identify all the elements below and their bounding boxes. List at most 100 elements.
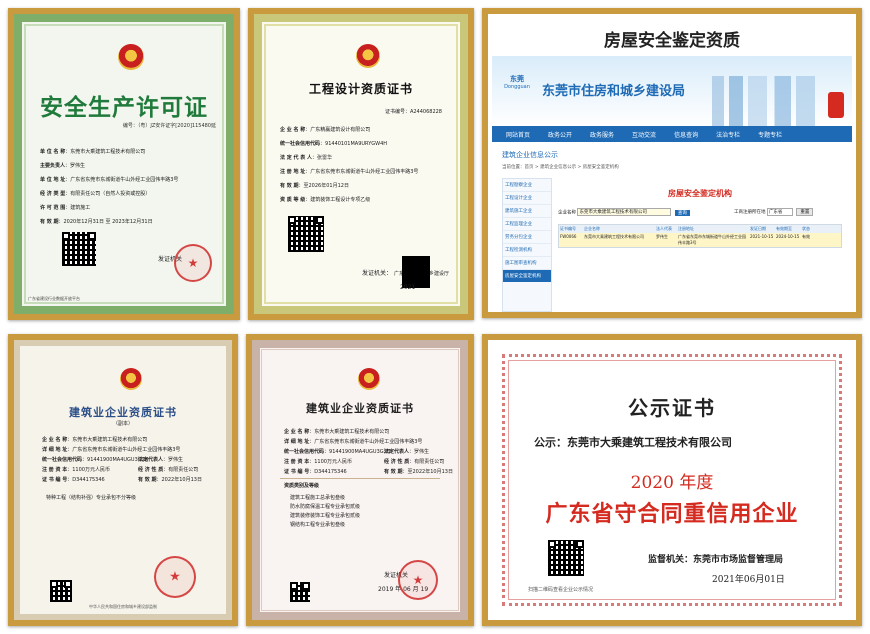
scope-item: 钢结构工程专业承包叁级 (290, 522, 346, 528)
search-input[interactable]: 东莞市大乘建筑工程技术有限公司 (577, 208, 672, 216)
supervisor-row: 监督机关：东莞市市场监督管理局 (648, 552, 783, 565)
scope-item: 建筑工程施工总承包叁级 (290, 495, 346, 501)
sidebar-item[interactable]: 工程设计企业 (503, 192, 551, 205)
table-cell: 2021-10-15 (750, 234, 774, 239)
supervisor-label: 监督机关： (648, 555, 694, 565)
sidebar-item[interactable]: 工程监理企业 (503, 218, 551, 231)
table-header-cell: 法人代表 (656, 226, 672, 231)
copy-cert-subtitle: （副本） (112, 421, 133, 427)
field-row: 经 济 性 质：有限责任公司 (138, 467, 199, 473)
design-qualification-certificate: 工程设计资质证书 证书编号：A244068228 企 业 名 称：广东精赢建筑设… (248, 8, 474, 320)
table-header-cell: 状态 (802, 226, 810, 231)
logo-text: 东莞 (510, 75, 524, 83)
field-row: 注 册 地 址：广东省东莞市东城街道牛山外经工业园伟丰路3号 (280, 169, 419, 175)
region-select[interactable]: 广东省 (766, 208, 793, 216)
sidebar-item[interactable]: 建筑施工企业 (503, 205, 551, 218)
site-header: 东莞 Dongguan 东莞市住房和城乡建设局 (492, 56, 852, 126)
nav-item[interactable]: 政务公开 (548, 130, 572, 139)
public-notice-certificate: 公示证书 公示：东莞市大乘建筑工程技术有限公司 2020 年度 广东省守合同重信… (482, 334, 862, 626)
sidebar-item[interactable]: 工程勘察企业 (503, 179, 551, 192)
appraisal-heading: 房屋安全鉴定资质 (604, 31, 740, 51)
copy-cert-title: 建筑业企业资质证书 (69, 406, 177, 419)
notice-award: 广东省守合同重信用企业 (545, 501, 799, 527)
field-row: 有 效 期：2022年10月13日 (138, 477, 202, 483)
field-row: 注 册 资 本：1100万元人民币 (284, 459, 352, 465)
national-emblem-icon (356, 44, 380, 68)
table-header-cell: 注册地址 (678, 226, 694, 231)
supervisor-name: 东莞市市场监督管理局 (693, 555, 784, 565)
table-cell: 广东省东莞市东城街道牛山外经工业园伟丰路3号 (678, 234, 746, 245)
field-row: 单 位 地 址：广东省东莞市东城街道牛山外经工业园伟丰路3号 (40, 177, 179, 183)
section-title: 建筑企业信息公示 (502, 151, 558, 159)
table-header-cell: 发证日期 (750, 226, 766, 231)
region-label: 工商注册所在地 (734, 210, 766, 215)
safety-permit-number: 编号：（粤）JZ安许证字[2020]115480延 (122, 123, 216, 129)
scope-item: 建筑装修装饰工程专业承包贰级 (290, 513, 361, 519)
field-row: 证 书 编 号：D344175346 (42, 477, 105, 483)
table-cell: 2024-10-15 (776, 234, 800, 239)
notice-title: 公示证书 (628, 396, 716, 420)
nav-item[interactable]: 互动交流 (632, 130, 656, 139)
field-row: 详 细 地 址：广东省东莞市东城街道牛山外经工业园伟丰路3号 (284, 439, 423, 445)
search-button[interactable]: 查询 (674, 209, 690, 216)
notice-year: 2020 年度 (630, 473, 714, 493)
sidebar-item-active[interactable]: 房屋安全鉴定机构 (503, 270, 551, 282)
sidebar-item[interactable]: 施工图审查机构 (503, 257, 551, 270)
field-row: 资 质 等 级：建筑装饰工程设计专项乙级 (280, 197, 371, 203)
field-row: 企 业 名 称：广东精赢建筑设计有限公司 (280, 127, 371, 133)
nav-item[interactable]: 信息查询 (674, 130, 698, 139)
qr-code (548, 540, 584, 576)
reset-button[interactable]: 重置 (796, 208, 814, 216)
table-row[interactable]: FW0066 东莞市大乘建筑工程技术有限公司 罗伟生 广东省东莞市东城街道牛山外… (559, 233, 841, 247)
nav-item[interactable]: 政务服务 (590, 130, 614, 139)
house-appraisal-screenshot: 房屋安全鉴定资质 东莞 Dongguan 东莞市住房和城乡建设局 网站首页 政务… (482, 8, 862, 318)
field-row: 经 济 性 质：有限责任公司 (384, 459, 445, 465)
notice-prefix: 公示： (534, 436, 567, 449)
field-row: 经 济 类 型：有限责任公司（自然人投资或控股） (40, 191, 151, 197)
qr-code (62, 232, 96, 266)
notice-company-row: 公示：东莞市大乘建筑工程技术有限公司 (534, 434, 732, 450)
design-cert-title: 工程设计资质证书 (308, 82, 413, 96)
logo-pinyin: Dongguan (504, 84, 530, 90)
panel-title: 房屋安全鉴定机构 (668, 189, 732, 198)
nav-item[interactable]: 专题专栏 (758, 130, 782, 139)
official-seal-icon (398, 560, 438, 600)
bureau-name: 东莞市住房和城乡建设局 (542, 84, 686, 99)
national-emblem-icon (358, 368, 380, 390)
nav-item[interactable]: 网站首页 (506, 130, 530, 139)
scope-item: 防水防腐保温工程专业承包贰级 (290, 504, 361, 510)
breadcrumb: 当前位置：首页 > 建筑企业信息公示 > 房屋安全鉴定机构 (502, 165, 619, 170)
results-table: 证书编号 企业名称 法人代表 注册地址 发证日期 有效期至 状态 FW0066 … (558, 224, 842, 248)
field-row: 单 位 名 称：东莞市大乘建筑工程技术有限公司 (40, 149, 146, 155)
skyline-graphic (712, 76, 832, 126)
qr-code (288, 216, 324, 252)
official-seal-icon (174, 244, 212, 282)
field-row: 法 定 代 表 人：张雷华 (280, 155, 332, 161)
table-header-cell: 证书编号 (560, 226, 576, 231)
qr-code (50, 580, 72, 602)
region-row: 工商注册所在地 广东省 重置 (734, 208, 814, 216)
divider (280, 478, 440, 479)
construction-qualification-original: 建筑业企业资质证书 企 业 名 称：东莞市大乘建筑工程技术有限公司 详 细 地 … (246, 334, 474, 626)
design-cert-number: 证书编号：A244068228 (384, 109, 442, 115)
field-row: 有 效 期：至2026年01月12日 (280, 183, 349, 189)
field-row: 企 业 名 称：东莞市大乘建筑工程技术有限公司 (42, 437, 148, 443)
field-row: 详 细 地 址：广东省东莞市东城街道牛山外经工业园伟丰路3号 (42, 447, 181, 453)
scope-text: 特种工程（结构补强）专业承包不分等级 (46, 495, 137, 501)
table-header-cell: 企业名称 (584, 226, 600, 231)
field-row: 统一社会信用代码：91441900MA4UGU3G2B (42, 457, 149, 463)
scope-title: 资质类别及等级 (284, 483, 320, 489)
table-cell: 有效 (802, 234, 810, 239)
sidebar-item[interactable]: 工程检测机构 (503, 244, 551, 257)
table-cell: FW0066 (560, 234, 577, 239)
table-cell: 罗伟生 (656, 234, 668, 239)
table-cell: 东莞市大乘建筑工程技术有限公司 (584, 234, 644, 239)
table-header: 证书编号 企业名称 法人代表 注册地址 发证日期 有效期至 状态 (559, 225, 841, 233)
nav-item[interactable]: 法治专栏 (716, 130, 740, 139)
field-row: 法定代表人：罗伟生 (138, 457, 184, 463)
sidebar: 工程勘察企业 工程设计企业 建筑施工企业 工程监理企业 劳务分包企业 工程检测机… (502, 178, 552, 312)
field-row: 注 册 资 本：1100万元人民币 (42, 467, 110, 473)
field-row: 企 业 名 称：东莞市大乘建筑工程技术有限公司 (284, 429, 390, 435)
footer-text: 中华人民共和国住房和城乡建设部监制 (89, 604, 157, 609)
sidebar-item[interactable]: 劳务分包企业 (503, 231, 551, 244)
